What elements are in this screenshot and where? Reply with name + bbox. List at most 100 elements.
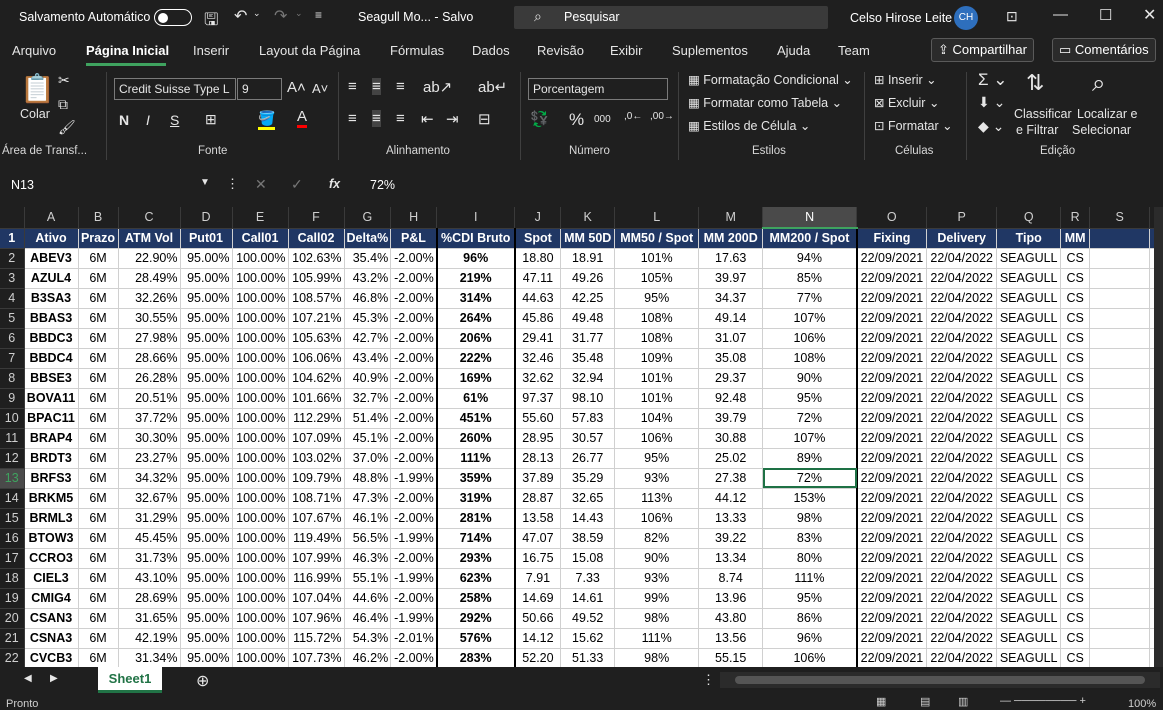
cell[interactable] — [1089, 568, 1151, 589]
cell[interactable]: 95.00% — [180, 288, 233, 309]
cell[interactable]: 314% — [435, 288, 516, 309]
cell[interactable]: 95% — [762, 388, 858, 409]
cell[interactable]: 93% — [614, 568, 700, 589]
horizontal-scroll-thumb[interactable] — [735, 676, 1145, 684]
cell[interactable]: 100.00% — [232, 288, 289, 309]
cell[interactable]: 31.29% — [118, 508, 181, 529]
row-number[interactable]: 5 — [0, 308, 25, 329]
cell[interactable]: 49.52 — [560, 608, 616, 629]
cell[interactable]: 107.21% — [288, 308, 345, 329]
cell[interactable]: 95% — [762, 588, 858, 609]
formula-input[interactable]: 72% — [370, 178, 395, 192]
cell[interactable]: 111% — [614, 628, 700, 649]
cell[interactable]: 30.88 — [698, 428, 764, 449]
cell[interactable]: 219% — [435, 268, 516, 289]
avatar[interactable]: CH — [954, 6, 978, 30]
cell[interactable]: 6M — [78, 308, 119, 329]
cell[interactable]: 100.00% — [232, 508, 289, 529]
cell[interactable]: 34.37 — [698, 288, 764, 309]
row-number[interactable]: 14 — [0, 488, 25, 509]
cell[interactable]: 22/09/2021 — [856, 648, 928, 667]
header-cell[interactable]: Prazo — [78, 228, 119, 249]
cell[interactable]: 22/04/2022 — [926, 568, 998, 589]
cell[interactable]: 22/09/2021 — [856, 408, 928, 429]
fill-color-icon[interactable]: 🪣 — [258, 110, 276, 130]
cell[interactable]: 31.34% — [118, 648, 181, 667]
cell[interactable]: CS — [1060, 588, 1091, 609]
cell[interactable]: 98% — [614, 608, 700, 629]
cell[interactable]: 106% — [762, 648, 858, 667]
cell[interactable]: 107.09% — [288, 428, 345, 449]
column-header[interactable]: K — [560, 207, 616, 229]
cell[interactable]: 103.02% — [288, 448, 345, 469]
delete-cells-button[interactable]: ⊠ Excluir ⌄ — [874, 95, 939, 110]
cell[interactable]: 22/04/2022 — [926, 348, 998, 369]
column-header[interactable]: B — [78, 207, 119, 229]
cell[interactable]: 22/09/2021 — [856, 268, 928, 289]
cell[interactable]: 18.91 — [560, 248, 616, 269]
cell[interactable]: -2.00% — [390, 328, 438, 349]
cell[interactable]: 35.4% — [344, 248, 392, 269]
cell[interactable]: -2.00% — [390, 408, 438, 429]
cell[interactable]: 576% — [435, 628, 516, 649]
cell[interactable]: SEAGULL — [996, 468, 1062, 489]
row-number[interactable]: 12 — [0, 448, 25, 469]
column-header[interactable]: D — [180, 207, 233, 229]
cell[interactable]: 6M — [78, 428, 119, 449]
cell[interactable]: 100.00% — [232, 448, 289, 469]
column-header[interactable]: A — [24, 207, 79, 229]
cell[interactable]: 95.00% — [180, 448, 233, 469]
cell[interactable] — [1089, 288, 1151, 309]
cell[interactable]: 109.79% — [288, 468, 345, 489]
cell[interactable]: -2.00% — [390, 368, 438, 389]
cell[interactable]: 27.98% — [118, 328, 181, 349]
page-break-icon[interactable]: ▥ — [958, 695, 968, 708]
cell[interactable]: 43.4% — [344, 348, 392, 369]
tab-revisao[interactable]: Revisão — [537, 43, 584, 58]
format-painter-icon[interactable]: 🖌 — [58, 119, 76, 136]
font-color-icon[interactable]: A — [297, 108, 308, 128]
cell[interactable]: CS — [1060, 348, 1091, 369]
cell[interactable]: 22/09/2021 — [856, 248, 928, 269]
cell[interactable]: 108% — [614, 328, 700, 349]
cell[interactable]: 100.00% — [232, 248, 289, 269]
cell[interactable]: 16.75 — [514, 548, 562, 569]
column-header[interactable]: S — [1089, 207, 1151, 229]
cell[interactable]: 43.2% — [344, 268, 392, 289]
cell[interactable]: SEAGULL — [996, 268, 1062, 289]
align-right-icon[interactable]: ≡ — [396, 110, 405, 127]
font-name-combo[interactable]: Credit Suisse Type L — [114, 78, 236, 100]
column-header[interactable]: N — [762, 207, 858, 229]
cell[interactable]: 6M — [78, 508, 119, 529]
cell[interactable]: 13.56 — [698, 628, 764, 649]
row-number[interactable]: 17 — [0, 548, 25, 569]
cell[interactable]: -2.00% — [390, 508, 438, 529]
cell[interactable]: 319% — [435, 488, 516, 509]
cell[interactable]: 222% — [435, 348, 516, 369]
format-table-button[interactable]: ▦ Formatar como Tabela ⌄ — [688, 95, 842, 110]
cell[interactable]: 86% — [762, 608, 858, 629]
next-sheet-icon[interactable]: ▶ — [50, 673, 58, 684]
percent-icon[interactable]: % — [569, 110, 584, 130]
normal-view-icon[interactable]: ▦ — [876, 695, 886, 708]
cell[interactable]: CSNA3 — [24, 628, 79, 649]
column-header[interactable]: J — [514, 207, 562, 229]
row-number[interactable]: 13 — [0, 468, 25, 489]
cell[interactable]: 100.00% — [232, 648, 289, 667]
thousands-icon[interactable]: 000 — [594, 114, 611, 125]
borders-icon[interactable]: ⊞ — [205, 111, 217, 128]
cell[interactable]: CIEL3 — [24, 568, 79, 589]
save-icon[interactable]: 🖫 — [204, 7, 218, 36]
cell[interactable] — [1089, 448, 1151, 469]
cell[interactable]: BPAC11 — [24, 408, 79, 429]
cell[interactable]: 72% — [762, 408, 858, 429]
cell[interactable]: 13.34 — [698, 548, 764, 569]
cell[interactable]: 15.62 — [560, 628, 616, 649]
decrease-font-icon[interactable]: A˅ — [312, 81, 328, 96]
cell[interactable]: 92.48 — [698, 388, 764, 409]
conditional-format-button[interactable]: ▦ Formatação Condicional ⌄ — [688, 72, 853, 87]
cell[interactable]: 95.00% — [180, 388, 233, 409]
cell[interactable]: AZUL4 — [24, 268, 79, 289]
cell[interactable]: 22/04/2022 — [926, 408, 998, 429]
cell[interactable]: BTOW3 — [24, 528, 79, 549]
